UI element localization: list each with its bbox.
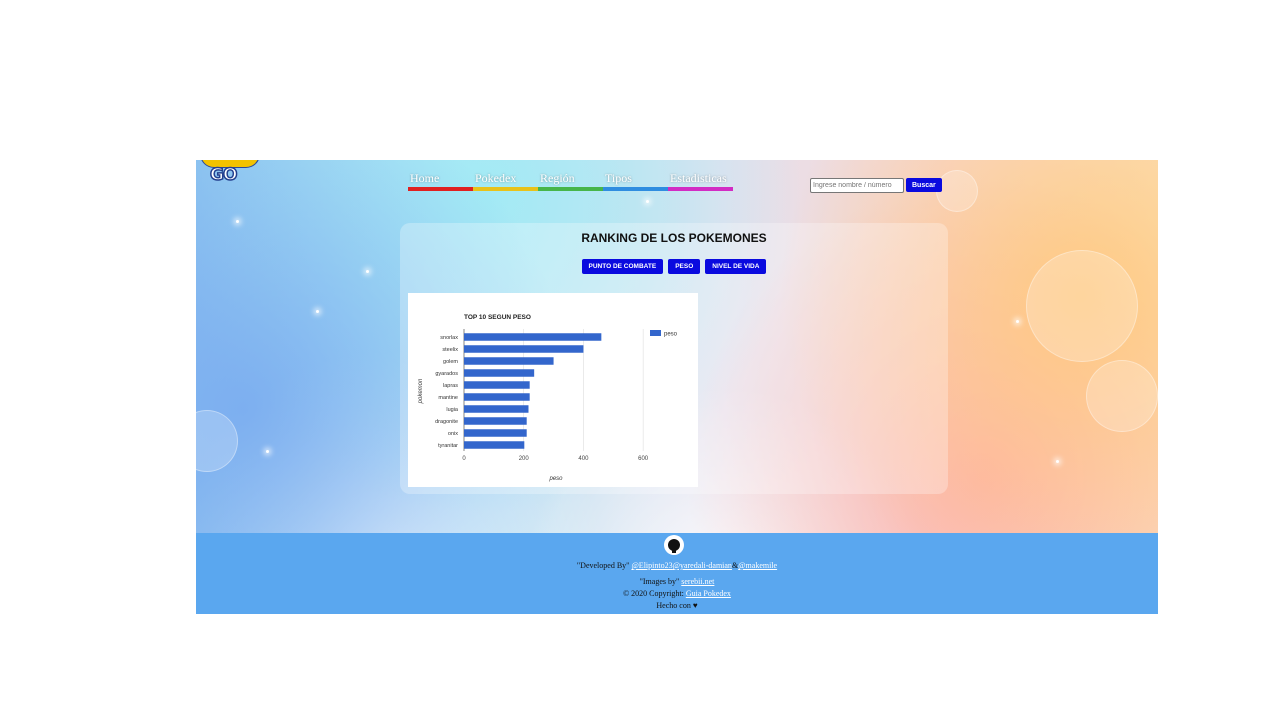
chart-bar <box>464 345 584 353</box>
copyright-line: © 2020 Copyright: Guia Pokedex <box>196 589 1158 598</box>
nav-item-pokedex[interactable]: Pokedex <box>473 168 538 191</box>
nav-item-home[interactable]: Home <box>408 168 473 191</box>
bokeh-decoration <box>936 170 978 212</box>
x-axis-label: peso <box>548 476 563 482</box>
x-tick-label: 0 <box>462 456 466 462</box>
images-by-label: "Images by" <box>639 577 680 586</box>
nav-label: Estadisticas <box>670 171 727 185</box>
y-tick-label: steelix <box>442 347 458 353</box>
pokemon-go-logo[interactable]: GO <box>198 160 260 188</box>
ranking-title: RANKING DE LOS POKEMONES <box>581 231 767 245</box>
x-tick-label: 600 <box>638 456 649 462</box>
chart-bar <box>464 369 535 377</box>
search-form: Buscar <box>810 178 942 193</box>
developers-line: "Developed By" @Elipinto23@yaredali-dami… <box>196 561 1158 570</box>
chart-title: TOP 10 SEGUN PESO <box>464 314 531 321</box>
x-tick-label: 200 <box>519 456 530 462</box>
serebii-link[interactable]: serebii.net <box>681 577 714 586</box>
guia-pokedex-link[interactable]: Guia Pokedex <box>686 589 731 598</box>
images-line: "Images by" serebii.net <box>196 577 1158 586</box>
nav-underline <box>473 187 538 191</box>
sparkle-decoration <box>1016 320 1019 323</box>
sparkle-decoration <box>366 270 369 273</box>
y-tick-label: snorlax <box>440 335 458 341</box>
weight-button[interactable]: PESO <box>668 259 701 274</box>
y-tick-label: gyarados <box>435 371 458 377</box>
chart-bar <box>464 333 602 341</box>
sparkle-decoration <box>1056 460 1059 463</box>
developed-by-label: "Developed By" <box>576 561 630 570</box>
chart-bar <box>464 417 527 425</box>
chart-bar <box>464 405 529 413</box>
y-axis-label: pokemon <box>418 378 424 404</box>
y-tick-label: lapras <box>443 383 458 389</box>
hp-level-button[interactable]: NIVEL DE VIDA <box>705 259 767 274</box>
chart-bar <box>464 429 527 437</box>
y-tick-label: golem <box>443 359 458 365</box>
nav-label: Tipos <box>605 171 632 185</box>
chart-bar <box>464 357 554 365</box>
chart-bar <box>464 393 530 401</box>
main-nav: Home Pokedex Región Tipos Estadisticas <box>408 168 733 191</box>
nav-underline <box>603 187 668 191</box>
sparkle-decoration <box>646 200 649 203</box>
legend-swatch <box>650 330 661 336</box>
footer: "Developed By" @Elipinto23@yaredali-dami… <box>196 533 1158 614</box>
chart-bar <box>464 441 525 449</box>
logo-text: GO <box>209 164 238 186</box>
nav-underline <box>668 187 733 191</box>
nav-label: Región <box>540 171 575 185</box>
nav-label: Pokedex <box>475 171 517 185</box>
chart-bar <box>464 381 530 389</box>
nav-label: Home <box>410 171 440 185</box>
chart-svg: TOP 10 SEGUN PESO 0 200 400 600 snorlax steeli… <box>418 314 678 482</box>
bokeh-decoration <box>1086 360 1158 432</box>
dev-link-makemile[interactable]: @makemile <box>738 561 777 570</box>
made-with-love: Hecho con ♥ <box>656 601 698 610</box>
y-tick-label: onix <box>448 431 458 437</box>
bokeh-decoration <box>196 410 238 472</box>
x-tick-label: 400 <box>578 456 589 462</box>
y-tick-label: mantine <box>438 395 458 401</box>
bokeh-decoration <box>1026 250 1138 362</box>
y-tick-label: lugia <box>446 407 459 413</box>
legend-label: peso <box>664 332 678 338</box>
weight-chart: TOP 10 SEGUN PESO 0 200 400 600 snorlax steeli… <box>408 293 698 487</box>
nav-item-estadisticas[interactable]: Estadisticas <box>668 168 733 191</box>
sparkle-decoration <box>266 450 269 453</box>
nav-underline <box>408 187 473 191</box>
combat-points-button[interactable]: PUNTO DE COMBATE <box>581 259 664 274</box>
search-input[interactable] <box>810 178 904 193</box>
y-tick-label: dragonite <box>435 419 458 425</box>
nav-item-region[interactable]: Región <box>538 168 603 191</box>
nav-underline <box>538 187 603 191</box>
sparkle-decoration <box>236 220 239 223</box>
dev-link-elipinto[interactable]: @Elipinto23 <box>631 561 672 570</box>
github-icon[interactable] <box>664 535 684 555</box>
ranking-buttons: PUNTO DE COMBATE PESO NIVEL DE VIDA <box>400 259 948 274</box>
copyright-label: © 2020 Copyright: <box>623 589 684 598</box>
dev-link-yaredali[interactable]: @yaredali-damian <box>673 561 732 570</box>
sparkle-decoration <box>316 310 319 313</box>
nav-item-tipos[interactable]: Tipos <box>603 168 668 191</box>
search-button[interactable]: Buscar <box>906 178 942 192</box>
y-tick-label: tyranitar <box>438 443 458 449</box>
